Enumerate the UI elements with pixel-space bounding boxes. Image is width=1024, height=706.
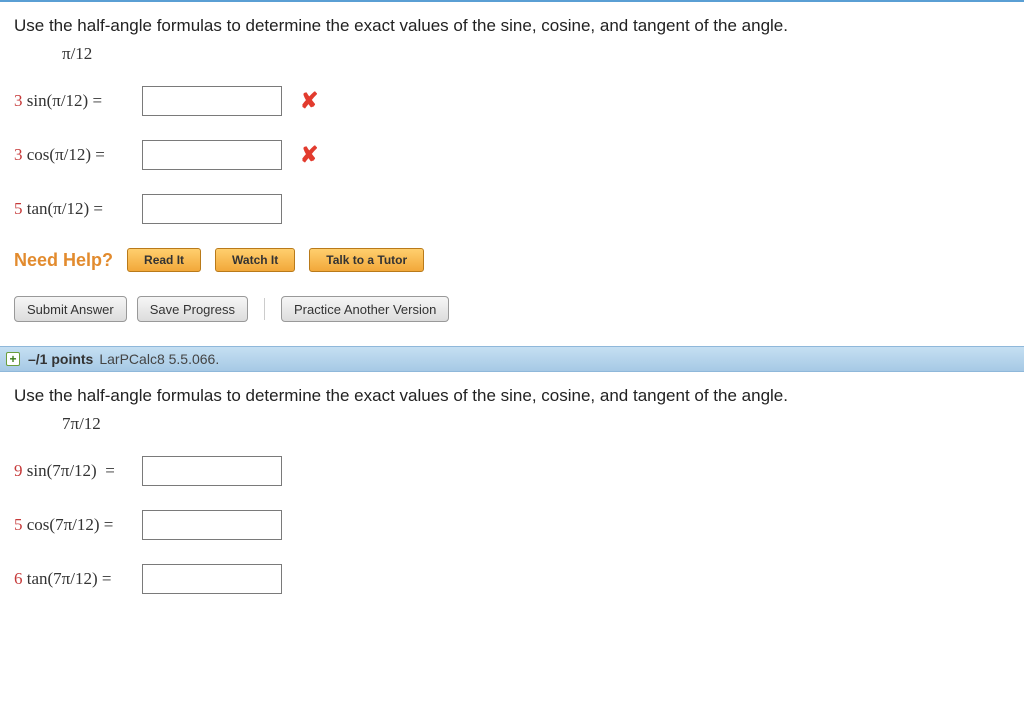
question-reference: LarPCalc8 5.5.066.: [99, 351, 219, 367]
attempt-count: 9: [14, 461, 23, 480]
attempt-count: 3: [14, 145, 23, 164]
wrong-icon: ✘: [300, 142, 318, 168]
question-prompt: Use the half-angle formulas to determine…: [14, 386, 1010, 406]
question-1: Use the half-angle formulas to determine…: [0, 2, 1024, 346]
talk-to-tutor-button[interactable]: Talk to a Tutor: [309, 248, 424, 272]
equation-label: 5 tan(π/12) =: [14, 199, 142, 219]
points-label: –/1 points: [28, 351, 93, 367]
equation-row-sin: 9 sin(7π/12) =: [14, 456, 1010, 486]
save-progress-button[interactable]: Save Progress: [137, 296, 248, 322]
watch-it-button[interactable]: Watch It: [215, 248, 295, 272]
question-prompt: Use the half-angle formulas to determine…: [14, 16, 1010, 36]
expand-icon[interactable]: +: [6, 352, 20, 366]
answer-input-tan[interactable]: [142, 564, 282, 594]
practice-another-button[interactable]: Practice Another Version: [281, 296, 449, 322]
equation-row-cos: 5 cos(7π/12) =: [14, 510, 1010, 540]
help-row: Need Help? Read It Watch It Talk to a Tu…: [14, 248, 1010, 272]
equation-label: 3 cos(π/12) =: [14, 145, 142, 165]
answer-input-cos[interactable]: [142, 510, 282, 540]
equation-label: 3 sin(π/12) =: [14, 91, 142, 111]
func-label: cos(7π/12): [27, 515, 100, 534]
equation-row-tan: 6 tan(7π/12) =: [14, 564, 1010, 594]
func-label: sin(7π/12): [27, 461, 97, 480]
question-header-bar: + –/1 points LarPCalc8 5.5.066.: [0, 346, 1024, 372]
action-separator: [264, 298, 265, 320]
answer-input-sin[interactable]: [142, 456, 282, 486]
submit-answer-button[interactable]: Submit Answer: [14, 296, 127, 322]
answer-input-sin[interactable]: [142, 86, 282, 116]
attempt-count: 6: [14, 569, 23, 588]
attempt-count: 3: [14, 91, 23, 110]
func-label: sin(π/12): [27, 91, 88, 110]
answer-input-tan[interactable]: [142, 194, 282, 224]
attempt-count: 5: [14, 199, 23, 218]
read-it-button[interactable]: Read It: [127, 248, 201, 272]
need-help-label: Need Help?: [14, 250, 113, 271]
equation-label: 6 tan(7π/12) =: [14, 569, 142, 589]
angle-value: π/12: [62, 44, 1010, 64]
answer-input-cos[interactable]: [142, 140, 282, 170]
func-label: tan(7π/12): [27, 569, 98, 588]
question-2: Use the half-angle formulas to determine…: [0, 372, 1024, 636]
equation-row-tan: 5 tan(π/12) =: [14, 194, 1010, 224]
action-row: Submit Answer Save Progress Practice Ano…: [14, 296, 1010, 322]
angle-value: 7π/12: [62, 414, 1010, 434]
func-label: tan(π/12): [27, 199, 89, 218]
equation-label: 5 cos(7π/12) =: [14, 515, 142, 535]
equation-label: 9 sin(7π/12) =: [14, 461, 142, 481]
func-label: cos(π/12): [27, 145, 91, 164]
equation-row-sin: 3 sin(π/12) = ✘: [14, 86, 1010, 116]
wrong-icon: ✘: [300, 88, 318, 114]
attempt-count: 5: [14, 515, 23, 534]
equation-row-cos: 3 cos(π/12) = ✘: [14, 140, 1010, 170]
